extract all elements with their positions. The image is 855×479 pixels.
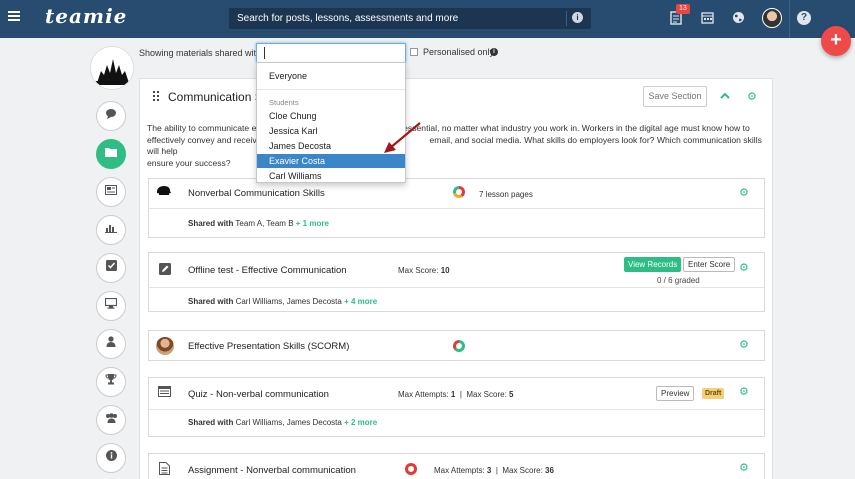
card-settings-gear-icon[interactable]: ⚙ (739, 340, 749, 351)
view-records-button[interactable]: View Records (624, 257, 682, 272)
quiz-limits: Max Attempts: 1 | Max Score: 5 (398, 390, 514, 399)
edit-pencil-icon (159, 263, 173, 275)
rail-info-icon[interactable] (96, 443, 126, 473)
rail-folder-icon[interactable] (96, 139, 126, 169)
card-title[interactable]: Nonverbal Communication Skills (188, 188, 325, 199)
card-title[interactable]: Assignment - Nonverbal communication (188, 465, 356, 476)
lesson-pages-count: 7 lesson pages (479, 190, 533, 199)
rail-user-icon[interactable] (96, 329, 126, 359)
globe-icon[interactable] (731, 11, 745, 25)
shared-with-text: Shared with Carl Williams, James Decosta… (188, 418, 378, 427)
drag-handle-icon[interactable] (153, 91, 160, 103)
material-card[interactable]: Effective Presentation Skills (SCORM) ⚙ (148, 330, 765, 361)
rail-trophy-icon[interactable] (96, 367, 126, 397)
assignment-limits: Max Attempts: 3 | Max Score: 36 (434, 466, 554, 475)
progress-ring-icon (453, 340, 465, 352)
user-avatar[interactable] (762, 8, 782, 28)
shared-with-text: Shared with Team A, Team B + 1 more (188, 219, 329, 228)
material-card[interactable]: Quiz - Non-verbal communication Max Atte… (148, 377, 765, 437)
info-icon[interactable]: i (572, 12, 583, 23)
add-plus-icon[interactable]: + (821, 26, 851, 56)
scorm-thumbnail-icon (156, 337, 174, 355)
search-divider (566, 11, 567, 26)
draft-status-badge: Draft (702, 388, 725, 399)
text-caret (264, 47, 265, 59)
graded-count: 0 / 6 graded (657, 276, 700, 285)
topbar-divider (789, 0, 790, 38)
section-title: Communication S (168, 90, 263, 104)
card-settings-gear-icon[interactable]: ⚙ (739, 188, 749, 199)
shared-with-label: Showing materials shared with (139, 48, 262, 58)
classroom-avatar[interactable] (90, 46, 134, 90)
notification-badge: 13 (676, 4, 690, 14)
assignment-document-icon (159, 462, 173, 475)
rail-monitor-icon[interactable] (96, 291, 126, 321)
teamie-logo[interactable]: teamie (45, 4, 127, 28)
section-description: The ability to communicate ef t is essent… (147, 123, 762, 168)
personalised-label: Personalised only (423, 47, 495, 57)
material-card[interactable]: Offline test - Effective Communication M… (148, 252, 765, 312)
annotation-arrow-icon (384, 122, 421, 153)
progress-ring-icon (405, 463, 417, 475)
rail-newspaper-icon[interactable] (96, 177, 126, 207)
card-settings-gear-icon[interactable]: ⚙ (739, 463, 749, 474)
collapse-chevron-icon[interactable] (720, 91, 730, 102)
card-title[interactable]: Effective Presentation Skills (SCORM) (188, 341, 349, 352)
card-title[interactable]: Quiz - Non-verbal communication (188, 389, 329, 400)
card-divider (149, 208, 764, 209)
personalised-checkbox[interactable] (410, 48, 418, 56)
rail-chat-icon[interactable] (96, 101, 126, 131)
shared-with-input[interactable] (256, 43, 406, 63)
section-settings-gear-icon[interactable]: ⚙ (747, 92, 757, 103)
lesson-hat-icon (156, 185, 171, 197)
dropdown-option-student[interactable]: Carl Williams (257, 169, 405, 183)
personalised-info-icon[interactable]: i (490, 48, 498, 56)
material-card[interactable]: Assignment - Nonverbal communication Max… (148, 453, 765, 479)
material-card[interactable]: Nonverbal Communication Skills 7 lesson … (148, 178, 765, 238)
card-divider (149, 287, 764, 288)
progress-ring-icon (453, 186, 465, 198)
dropdown-option-everyone[interactable]: Everyone (257, 69, 405, 83)
max-score: Max Score: 10 (398, 266, 450, 275)
rail-group-icon[interactable] (96, 405, 126, 435)
dropdown-separator (257, 89, 405, 90)
rail-checkbox-icon[interactable] (96, 253, 126, 283)
preview-button[interactable]: Preview (656, 386, 695, 401)
help-icon[interactable]: ? (797, 11, 811, 25)
quiz-list-icon (158, 386, 172, 398)
dropdown-group-label: Students (269, 98, 299, 107)
card-settings-gear-icon[interactable]: ⚙ (739, 263, 749, 274)
top-navigation-bar: teamie Search for posts, lessons, assess… (0, 0, 855, 38)
save-section-button[interactable]: Save Section (643, 86, 707, 107)
enter-score-button[interactable]: Enter Score (683, 257, 736, 272)
dropdown-option-student-selected[interactable]: Exavier Costa (257, 154, 405, 168)
card-title[interactable]: Offline test - Effective Communication (188, 265, 347, 276)
shared-with-text: Shared with Carl Williams, James Decosta… (188, 297, 378, 306)
search-bar[interactable]: Search for posts, lessons, assessments a… (229, 8, 591, 29)
card-settings-gear-icon[interactable]: ⚙ (739, 387, 749, 398)
rail-bar-chart-icon[interactable] (96, 215, 126, 245)
card-divider (149, 409, 764, 410)
calendar-icon[interactable] (700, 11, 714, 25)
hamburger-menu-icon[interactable] (8, 11, 20, 21)
search-placeholder: Search for posts, lessons, assessments a… (237, 13, 459, 24)
